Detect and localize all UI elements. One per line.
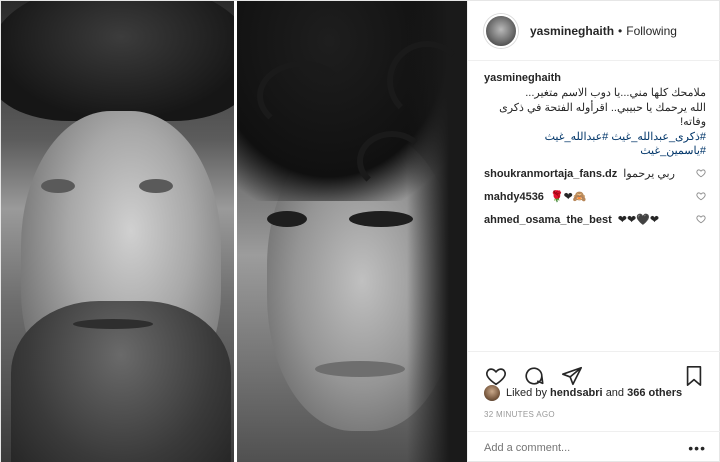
caption-hashtags[interactable]: #ذكرى_عبدالله_غيث #عبدالله_غيث #ياسمين_غ… <box>484 130 706 158</box>
comment-text: 🌹❤🙈 <box>549 191 587 203</box>
comments-list: yasmineghaith ملامحك كلها مني...يا دوب ا… <box>468 61 720 351</box>
caption-username[interactable]: yasmineghaith <box>484 72 561 84</box>
comment-text: ربي يرحموا <box>623 168 675 180</box>
comment-like-icon[interactable] <box>696 214 706 224</box>
post-caption: yasmineghaith ملامحك كلها مني...يا دوب ا… <box>484 71 706 158</box>
liker-avatar[interactable] <box>484 385 500 401</box>
comment-like-icon[interactable] <box>696 168 706 178</box>
comment-row: shoukranmortaja_fans.dz ربي يرحموا <box>484 167 706 181</box>
header-separator: • <box>618 23 623 38</box>
bookmark-icon[interactable] <box>682 364 706 388</box>
following-button[interactable]: Following <box>626 24 677 38</box>
likes-prefix: Liked by <box>506 387 547 399</box>
post-header: yasmineghaith • Following <box>468 1 720 61</box>
likes-summary: Liked by hendsabri and 366 others <box>484 385 682 401</box>
comment-text: ❤❤🖤❤ <box>617 214 660 226</box>
add-comment-row: ••• <box>468 431 720 462</box>
caption-line-2: الله يرحمك يا حبيبي.. اقرأوله الفتحة في … <box>499 102 706 128</box>
profile-avatar[interactable] <box>484 13 518 48</box>
comment-icon[interactable] <box>522 364 546 388</box>
likes-and: and <box>605 387 625 399</box>
liker-username[interactable]: hendsabri <box>550 387 603 399</box>
add-comment-input[interactable] <box>484 441 689 454</box>
post-media[interactable] <box>1 1 467 462</box>
caption-line-1: ملامحك كلها مني...يا دوب الاسم متغير... <box>525 87 706 99</box>
comment-username[interactable]: ahmed_osama_the_best <box>484 213 612 227</box>
more-options-icon[interactable]: ••• <box>688 440 706 456</box>
header-username[interactable]: yasmineghaith <box>530 24 614 38</box>
post-timestamp[interactable]: 32 MINUTES AGO <box>484 410 555 419</box>
heart-icon[interactable] <box>484 364 508 388</box>
photo-woman-curls <box>237 1 467 462</box>
photo-man-turban <box>1 1 234 462</box>
share-icon[interactable] <box>560 364 584 388</box>
likes-others-link[interactable]: 366 others <box>627 387 682 399</box>
instagram-post: yasmineghaith • Following yasmineghaith … <box>0 0 720 462</box>
comment-like-icon[interactable] <box>696 191 706 201</box>
comment-username[interactable]: mahdy4536 <box>484 190 544 204</box>
comment-row: ahmed_osama_the_best ❤❤🖤❤ <box>484 213 706 227</box>
post-sidebar: yasmineghaith • Following yasmineghaith … <box>467 1 720 462</box>
comment-username[interactable]: shoukranmortaja_fans.dz <box>484 167 617 181</box>
comment-row: mahdy4536 🌹❤🙈 <box>484 190 706 204</box>
